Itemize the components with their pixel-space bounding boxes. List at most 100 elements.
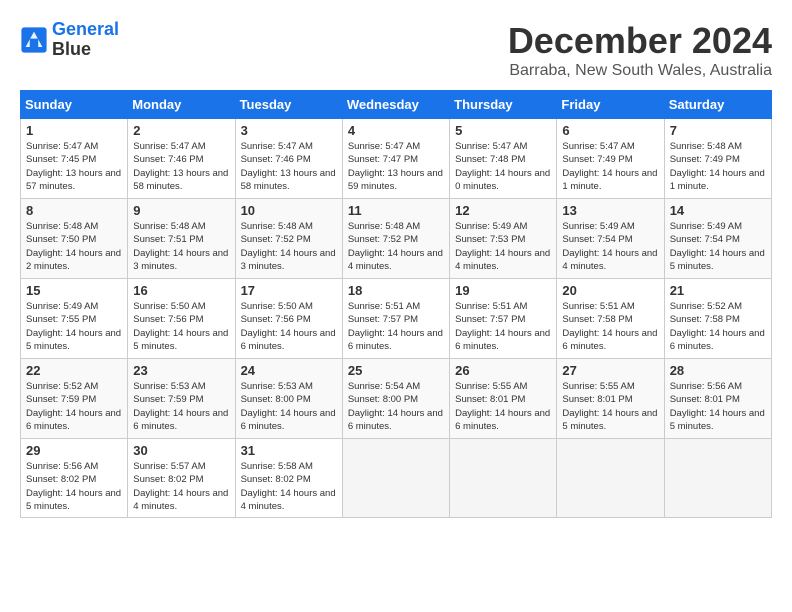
day-number: 19 [455, 283, 551, 298]
table-row: 15 Sunrise: 5:49 AM Sunset: 7:55 PM Dayli… [21, 279, 128, 359]
day-info: Sunrise: 5:48 AM Sunset: 7:52 PM Dayligh… [348, 220, 444, 273]
day-number: 2 [133, 123, 229, 138]
day-info: Sunrise: 5:47 AM Sunset: 7:47 PM Dayligh… [348, 140, 444, 193]
day-info: Sunrise: 5:58 AM Sunset: 8:02 PM Dayligh… [241, 460, 337, 513]
table-row: 28 Sunrise: 5:56 AM Sunset: 8:01 PM Dayli… [664, 359, 771, 439]
day-number: 5 [455, 123, 551, 138]
table-row: 9 Sunrise: 5:48 AM Sunset: 7:51 PM Daylig… [128, 199, 235, 279]
table-row: 7Sunrise: 5:48 AM Sunset: 7:49 PM Daylig… [664, 119, 771, 199]
calendar-week-row: 1 Sunrise: 5:47 AM Sunset: 7:45 PM Daylig… [21, 119, 772, 199]
day-info: Sunrise: 5:49 AM Sunset: 7:54 PM Dayligh… [562, 220, 658, 273]
day-info: Sunrise: 5:54 AM Sunset: 8:00 PM Dayligh… [348, 380, 444, 433]
page-header: General Blue December 2024 Barraba, New … [20, 20, 772, 80]
day-number: 16 [133, 283, 229, 298]
table-row: 18 Sunrise: 5:51 AM Sunset: 7:57 PM Dayli… [342, 279, 449, 359]
weekday-header-row: Sunday Monday Tuesday Wednesday Thursday… [21, 91, 772, 119]
day-number: 26 [455, 363, 551, 378]
day-number: 8 [26, 203, 122, 218]
logo: General Blue [20, 20, 119, 60]
title-section: December 2024 Barraba, New South Wales, … [508, 20, 772, 80]
calendar-table: Sunday Monday Tuesday Wednesday Thursday… [20, 90, 772, 518]
day-info: Sunrise: 5:55 AM Sunset: 8:01 PM Dayligh… [562, 380, 658, 433]
calendar-week-row: 15 Sunrise: 5:49 AM Sunset: 7:55 PM Dayli… [21, 279, 772, 359]
calendar-week-row: 29Sunrise: 5:56 AM Sunset: 8:02 PM Dayli… [21, 439, 772, 518]
table-row: 31 Sunrise: 5:58 AM Sunset: 8:02 PM Dayli… [235, 439, 342, 518]
day-number: 28 [670, 363, 766, 378]
table-row: 23 Sunrise: 5:53 AM Sunset: 7:59 PM Dayli… [128, 359, 235, 439]
day-info: Sunrise: 5:47 AM Sunset: 7:46 PM Dayligh… [133, 140, 229, 193]
header-sunday: Sunday [21, 91, 128, 119]
table-row: 3 Sunrise: 5:47 AM Sunset: 7:46 PM Daylig… [235, 119, 342, 199]
day-number: 3 [241, 123, 337, 138]
table-row [664, 439, 771, 518]
day-info: Sunrise: 5:53 AM Sunset: 7:59 PM Dayligh… [133, 380, 229, 433]
day-info: Sunrise: 5:57 AM Sunset: 8:02 PM Dayligh… [133, 460, 229, 513]
table-row: 16 Sunrise: 5:50 AM Sunset: 7:56 PM Dayli… [128, 279, 235, 359]
table-row: 30 Sunrise: 5:57 AM Sunset: 8:02 PM Dayli… [128, 439, 235, 518]
day-info: Sunrise: 5:53 AM Sunset: 8:00 PM Dayligh… [241, 380, 337, 433]
table-row: 4Sunrise: 5:47 AM Sunset: 7:47 PM Daylig… [342, 119, 449, 199]
table-row: 2 Sunrise: 5:47 AM Sunset: 7:46 PM Daylig… [128, 119, 235, 199]
day-info: Sunrise: 5:56 AM Sunset: 8:01 PM Dayligh… [670, 380, 766, 433]
day-info: Sunrise: 5:52 AM Sunset: 7:58 PM Dayligh… [670, 300, 766, 353]
day-number: 9 [133, 203, 229, 218]
day-info: Sunrise: 5:49 AM Sunset: 7:55 PM Dayligh… [26, 300, 122, 353]
day-info: Sunrise: 5:55 AM Sunset: 8:01 PM Dayligh… [455, 380, 551, 433]
day-number: 11 [348, 203, 444, 218]
day-number: 13 [562, 203, 658, 218]
day-number: 31 [241, 443, 337, 458]
calendar-week-row: 22Sunrise: 5:52 AM Sunset: 7:59 PM Dayli… [21, 359, 772, 439]
table-row: 6 Sunrise: 5:47 AM Sunset: 7:49 PM Daylig… [557, 119, 664, 199]
day-number: 12 [455, 203, 551, 218]
day-info: Sunrise: 5:47 AM Sunset: 7:48 PM Dayligh… [455, 140, 551, 193]
day-info: Sunrise: 5:48 AM Sunset: 7:50 PM Dayligh… [26, 220, 122, 273]
table-row [557, 439, 664, 518]
day-number: 17 [241, 283, 337, 298]
table-row: 29Sunrise: 5:56 AM Sunset: 8:02 PM Dayli… [21, 439, 128, 518]
day-number: 15 [26, 283, 122, 298]
table-row: 21 Sunrise: 5:52 AM Sunset: 7:58 PM Dayli… [664, 279, 771, 359]
day-number: 1 [26, 123, 122, 138]
day-number: 14 [670, 203, 766, 218]
day-number: 27 [562, 363, 658, 378]
logo-text: General Blue [52, 20, 119, 60]
day-number: 6 [562, 123, 658, 138]
calendar-week-row: 8 Sunrise: 5:48 AM Sunset: 7:50 PM Daylig… [21, 199, 772, 279]
table-row [450, 439, 557, 518]
table-row: 26 Sunrise: 5:55 AM Sunset: 8:01 PM Dayli… [450, 359, 557, 439]
table-row: 11 Sunrise: 5:48 AM Sunset: 7:52 PM Dayli… [342, 199, 449, 279]
calendar-title: December 2024 [508, 20, 772, 62]
table-row: 12 Sunrise: 5:49 AM Sunset: 7:53 PM Dayli… [450, 199, 557, 279]
day-number: 21 [670, 283, 766, 298]
table-row: 1 Sunrise: 5:47 AM Sunset: 7:45 PM Daylig… [21, 119, 128, 199]
day-number: 30 [133, 443, 229, 458]
day-info: Sunrise: 5:51 AM Sunset: 7:57 PM Dayligh… [348, 300, 444, 353]
table-row: 24 Sunrise: 5:53 AM Sunset: 8:00 PM Dayli… [235, 359, 342, 439]
day-number: 23 [133, 363, 229, 378]
table-row: 19Sunrise: 5:51 AM Sunset: 7:57 PM Dayli… [450, 279, 557, 359]
day-info: Sunrise: 5:47 AM Sunset: 7:45 PM Dayligh… [26, 140, 122, 193]
day-info: Sunrise: 5:47 AM Sunset: 7:46 PM Dayligh… [241, 140, 337, 193]
day-number: 10 [241, 203, 337, 218]
header-monday: Monday [128, 91, 235, 119]
day-info: Sunrise: 5:50 AM Sunset: 7:56 PM Dayligh… [133, 300, 229, 353]
table-row: 8 Sunrise: 5:48 AM Sunset: 7:50 PM Daylig… [21, 199, 128, 279]
day-number: 20 [562, 283, 658, 298]
table-row [342, 439, 449, 518]
day-info: Sunrise: 5:48 AM Sunset: 7:52 PM Dayligh… [241, 220, 337, 273]
logo-icon [20, 26, 48, 54]
header-friday: Friday [557, 91, 664, 119]
table-row: 5 Sunrise: 5:47 AM Sunset: 7:48 PM Daylig… [450, 119, 557, 199]
header-tuesday: Tuesday [235, 91, 342, 119]
day-info: Sunrise: 5:50 AM Sunset: 7:56 PM Dayligh… [241, 300, 337, 353]
header-wednesday: Wednesday [342, 91, 449, 119]
day-info: Sunrise: 5:48 AM Sunset: 7:51 PM Dayligh… [133, 220, 229, 273]
table-row: 10 Sunrise: 5:48 AM Sunset: 7:52 PM Dayli… [235, 199, 342, 279]
day-info: Sunrise: 5:52 AM Sunset: 7:59 PM Dayligh… [26, 380, 122, 433]
day-info: Sunrise: 5:47 AM Sunset: 7:49 PM Dayligh… [562, 140, 658, 193]
calendar-subtitle: Barraba, New South Wales, Australia [508, 62, 772, 80]
header-saturday: Saturday [664, 91, 771, 119]
day-info: Sunrise: 5:49 AM Sunset: 7:53 PM Dayligh… [455, 220, 551, 273]
day-number: 18 [348, 283, 444, 298]
day-number: 24 [241, 363, 337, 378]
